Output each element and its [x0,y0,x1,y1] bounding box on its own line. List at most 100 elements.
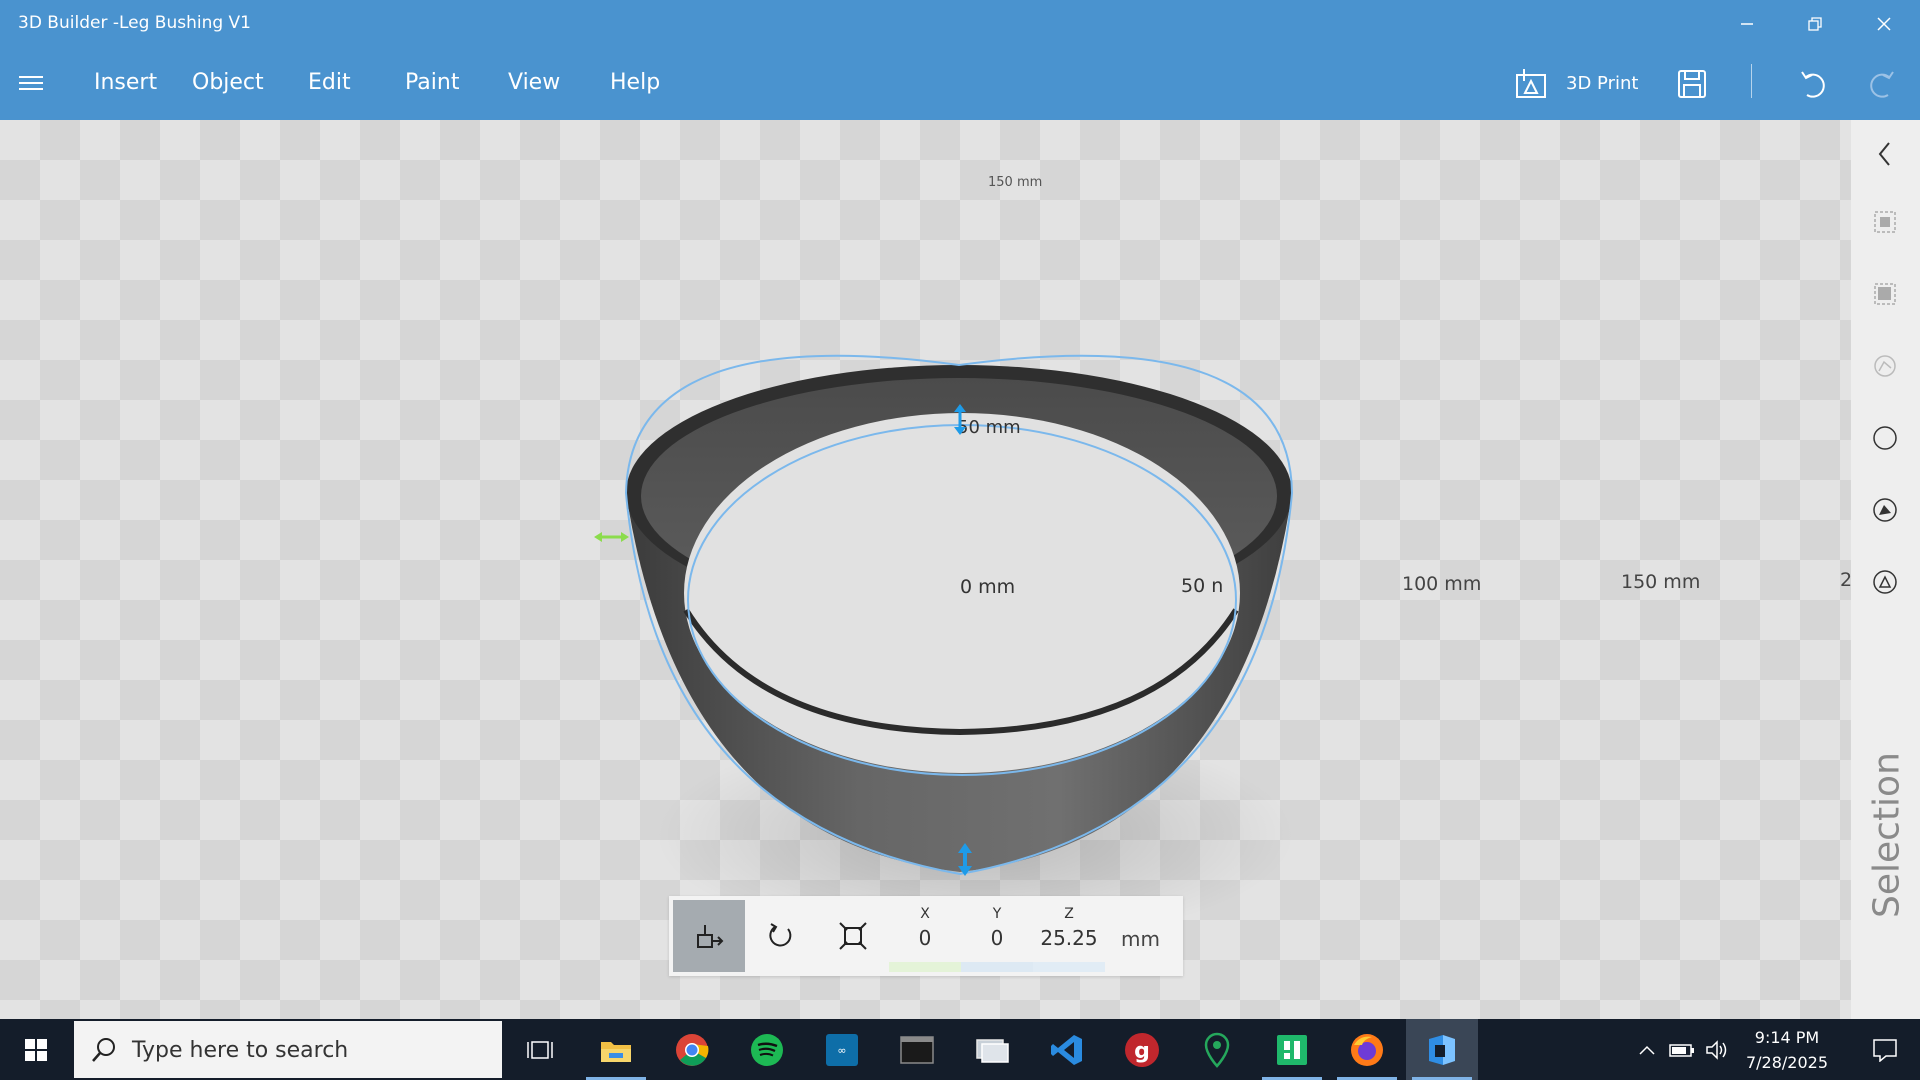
task-view-button[interactable] [504,1019,576,1080]
restore-button[interactable] [1786,0,1844,48]
circle-icon [1873,426,1897,450]
devices-icon [976,1038,1009,1063]
z-label: Z [1064,906,1074,922]
3d-builder-icon [1429,1034,1455,1065]
terminal-icon [900,1035,934,1064]
taskbar-spotify[interactable] [731,1019,803,1080]
menu-insert[interactable]: Insert [94,70,157,95]
hamburger-icon [19,76,43,90]
select-objects-button[interactable] [1865,202,1905,242]
battery-icon [1669,1043,1694,1057]
x-axis-bar [889,962,961,972]
toolbar-divider [1751,64,1752,98]
chevron-up-icon [1639,1045,1655,1055]
menu-paint[interactable]: Paint [405,70,459,95]
select-triangle-icon [1873,570,1897,594]
spreadsheet-icon [1277,1034,1307,1065]
taskbar-clock[interactable]: 9:14 PM 7/28/2025 [1727,1025,1847,1075]
taskbar-chrome[interactable] [656,1019,728,1080]
menu-edit[interactable]: Edit [308,70,351,95]
select-vertex-icon [1873,498,1897,522]
select-edges-button[interactable] [1865,346,1905,386]
taskbar-maps[interactable] [1181,1019,1253,1080]
rotate-icon [769,923,792,947]
grid-label-150: 150 mm [1621,571,1700,593]
firefox-icon [1351,1033,1383,1066]
svg-text:∞: ∞ [837,1044,846,1057]
scale-icon [839,922,867,950]
menu-help[interactable]: Help [610,70,660,95]
move-icon [697,925,724,948]
select-edges-icon [1874,355,1896,377]
y-coordinate-field[interactable]: Y 0 [961,896,1033,976]
select-faces-icon [1874,283,1896,305]
grid-label-50: 50 n [1181,575,1223,597]
minimize-button[interactable] [1718,0,1776,48]
undo-icon [1801,71,1825,98]
selection-panel: Selection [1851,120,1920,1019]
z-coordinate-field[interactable]: Z 25.25 [1033,896,1105,976]
chrome-icon [676,1033,709,1066]
restore-icon [1808,17,1822,31]
battery-button[interactable] [1664,1019,1700,1080]
notification-icon [1873,1038,1897,1062]
taskbar-vscode[interactable] [1031,1019,1103,1080]
task-view-icon [527,1040,553,1059]
taskbar-arduino[interactable]: ∞ [806,1019,878,1080]
windows-logo-icon [25,1038,47,1061]
move-tool-button[interactable] [673,900,745,972]
x-label: X [920,906,930,922]
folder-icon [601,1041,631,1062]
taskbar-search-box[interactable]: Type here to search [74,1021,502,1078]
git-icon: g [1125,1032,1159,1067]
taskbar-devices[interactable] [956,1019,1028,1080]
rotate-tool-button[interactable] [745,900,817,972]
taskbar-firefox[interactable] [1331,1019,1403,1080]
select-faces-button[interactable] [1865,274,1905,314]
selection-label: Selection [1866,752,1908,918]
panel-collapse-button[interactable] [1865,134,1905,174]
select-vertex-button[interactable] [1865,490,1905,530]
menu-object[interactable]: Object [192,70,264,95]
start-button[interactable] [0,1019,72,1080]
search-placeholder: Type here to search [132,1038,349,1063]
redo-button[interactable] [1862,64,1902,104]
select-triangle-button[interactable] [1865,562,1905,602]
clock-time: 9:14 PM [1754,1028,1820,1047]
chevron-left-icon [1878,142,1890,166]
scene: 150 mm 50 mm 0 mm 50 n 100 mm 150 mm 2 [594,175,1851,945]
show-hidden-icons-button[interactable] [1630,1019,1664,1080]
x-value: 0 [918,926,932,950]
grid-label-origin: 0 mm [960,576,1015,598]
3d-print-label: 3D Print [1566,72,1639,94]
taskbar-file-explorer[interactable] [580,1019,652,1080]
3d-print-button[interactable]: 3D Print [1515,62,1645,104]
undo-button[interactable] [1793,64,1833,104]
3d-print-icon [1516,69,1546,98]
taskbar-git[interactable]: g [1106,1019,1178,1080]
grid-label-inner: 50 mm [957,417,1021,438]
redo-icon [1870,71,1894,98]
move-x-handle[interactable] [594,532,629,542]
menu-view[interactable]: View [508,70,560,95]
taskbar-spreadsheet[interactable] [1256,1019,1328,1080]
vscode-icon [1051,1034,1082,1065]
transform-toolbar: X 0 Y 0 Z 25.25 mm [669,896,1183,976]
hamburger-menu-button[interactable] [18,74,48,96]
spotify-icon [751,1033,783,1066]
3d-viewport[interactable]: 150 mm 50 mm 0 mm 50 n 100 mm 150 mm 2 [0,120,1851,1019]
z-value: 25.25 [1040,926,1098,950]
save-button[interactable] [1672,64,1712,104]
search-icon [92,1038,115,1062]
select-objects-icon [1874,211,1896,233]
action-center-button[interactable] [1850,1019,1920,1080]
x-coordinate-field[interactable]: X 0 [889,896,961,976]
grid-label-edge: 2 [1840,569,1851,591]
z-axis-bar [1033,962,1105,972]
unit-label: mm [1121,927,1160,951]
taskbar-terminal[interactable] [881,1019,953,1080]
close-button[interactable] [1855,0,1913,48]
taskbar-3d-builder[interactable] [1406,1019,1478,1080]
select-circle-button[interactable] [1865,418,1905,458]
scale-tool-button[interactable] [817,900,889,972]
